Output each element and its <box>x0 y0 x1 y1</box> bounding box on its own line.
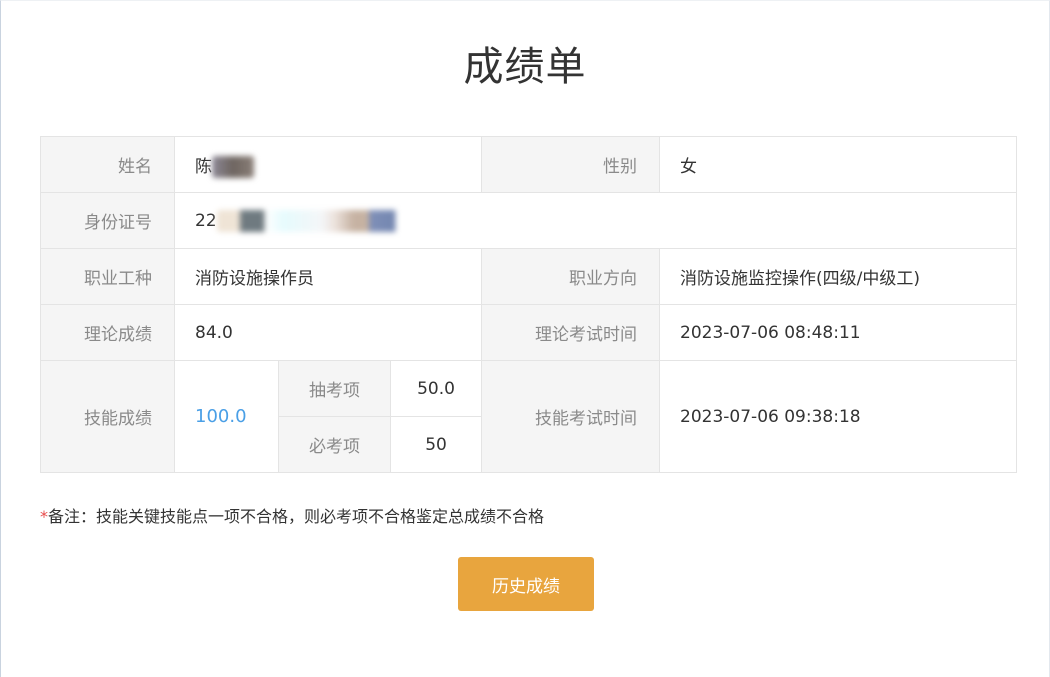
skill-time-value: 2023-07-06 09:38:18 <box>659 360 1018 473</box>
id-value: 22 <box>173 192 1018 249</box>
id-text: 22 <box>195 210 217 231</box>
score-table: 姓名 陈 性别 女 身份证号 22 职业工种 消防设施操作员 职业方向 消防设施… <box>40 136 1018 473</box>
name-text: 陈 <box>195 156 212 177</box>
skill-score-label: 技能成绩 <box>40 360 175 473</box>
direction-label: 职业方向 <box>481 248 661 305</box>
skill-time-label: 技能考试时间 <box>481 360 661 473</box>
gender-label: 性别 <box>481 136 661 193</box>
table-row: 姓名 陈 性别 女 <box>40 136 1018 193</box>
id-label: 身份证号 <box>40 192 175 249</box>
score-report-page: 成绩单 姓名 陈 性别 女 身份证号 22 职业工种 消防设施操作员 职业方向 … <box>0 0 1050 677</box>
name-value: 陈 <box>173 136 483 193</box>
theory-time-value: 2023-07-06 08:48:11 <box>659 304 1018 361</box>
skill-score-value: 100.0 <box>174 360 279 473</box>
occupation-label: 职业工种 <box>40 248 175 305</box>
sample-item-value: 50.0 <box>389 360 483 417</box>
history-scores-button[interactable]: 历史成绩 <box>458 557 594 611</box>
direction-value: 消防设施监控操作(四级/中级工) <box>659 248 1018 305</box>
table-row: 技能成绩 100.0 抽考项 50.0 技能考试时间 2023-07-06 09… <box>40 360 1018 473</box>
name-redacted-blur <box>212 155 254 178</box>
theory-score-label: 理论成绩 <box>40 304 175 361</box>
name-label: 姓名 <box>40 136 175 193</box>
id-redacted-blur <box>216 209 407 232</box>
sample-item-label: 抽考项 <box>278 360 391 417</box>
required-item-value: 50 <box>389 416 483 473</box>
remark-text: 备注：技能关键技能点一项不合格，则必考项不合格鉴定总成绩不合格 <box>48 507 545 526</box>
occupation-value: 消防设施操作员 <box>173 248 483 305</box>
required-star: * <box>40 507 48 526</box>
table-row: 职业工种 消防设施操作员 职业方向 消防设施监控操作(四级/中级工) <box>40 248 1018 305</box>
remark-note: *备注：技能关键技能点一项不合格，则必考项不合格鉴定总成绩不合格 <box>40 506 544 528</box>
table-row: 身份证号 22 <box>40 192 1018 249</box>
table-row: 理论成绩 84.0 理论考试时间 2023-07-06 08:48:11 <box>40 304 1018 361</box>
gender-value: 女 <box>659 136 1018 193</box>
required-item-label: 必考项 <box>278 416 391 473</box>
theory-score-value: 84.0 <box>173 304 483 361</box>
theory-time-label: 理论考试时间 <box>481 304 661 361</box>
page-title: 成绩单 <box>463 44 587 90</box>
